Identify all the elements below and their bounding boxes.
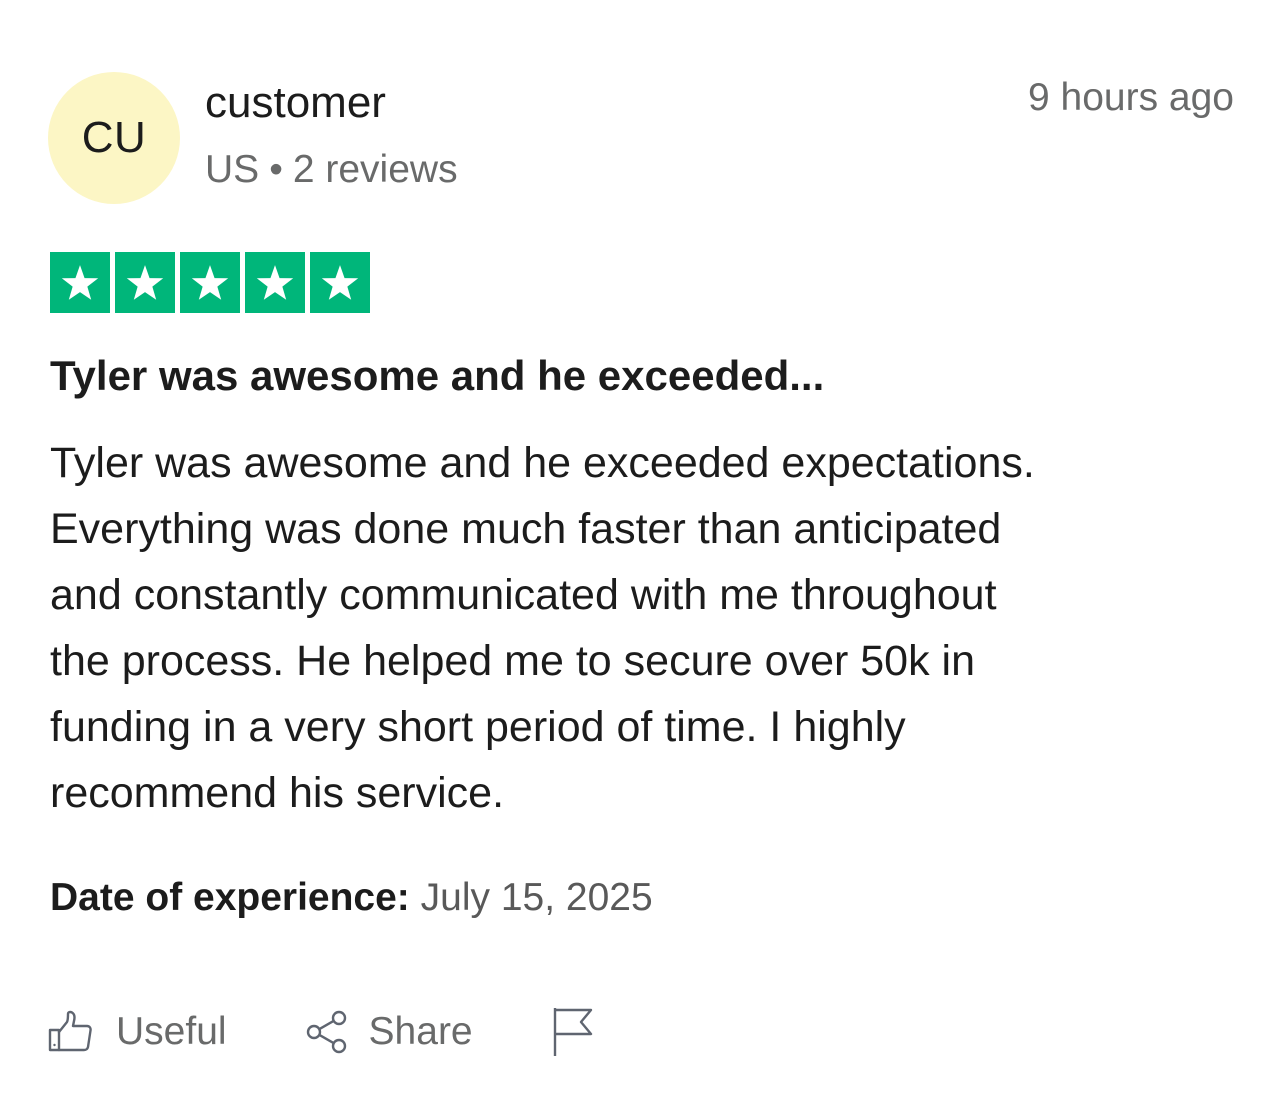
review-time-ago: 9 hours ago: [1028, 76, 1234, 119]
date-of-experience-value: July 15, 2025: [420, 876, 653, 919]
meta-separator: •: [269, 148, 283, 191]
review-title[interactable]: Tyler was awesome and he exceeded...: [50, 352, 824, 400]
star-1: [50, 252, 110, 313]
date-of-experience: Date of experience: July 15, 2025: [50, 876, 653, 920]
share-button[interactable]: Share: [305, 1010, 473, 1054]
avatar-initials: CU: [81, 113, 147, 162]
thumbs-up-icon: [48, 1010, 92, 1054]
review-actions: Useful Share: [48, 1004, 595, 1060]
star-icon: [61, 264, 99, 300]
star-3: [180, 252, 240, 313]
star-4: [245, 252, 305, 313]
reviewer-review-count: 2 reviews: [292, 148, 458, 191]
star-2: [115, 252, 175, 313]
report-button[interactable]: [551, 1006, 595, 1058]
reviewer-country: US: [205, 148, 260, 191]
useful-button[interactable]: Useful: [48, 1010, 227, 1054]
star-5: [310, 252, 370, 313]
flag-icon: [551, 1006, 595, 1058]
useful-label: Useful: [116, 1010, 227, 1053]
share-label: Share: [368, 1010, 473, 1053]
reviewer-meta: US • 2 reviews: [205, 148, 458, 192]
star-icon: [126, 264, 164, 300]
avatar[interactable]: CU: [48, 72, 180, 204]
review-body: Tyler was awesome and he exceeded expect…: [50, 430, 1240, 826]
review-body-line: recommend his service.: [50, 769, 505, 817]
share-icon: [305, 1010, 349, 1054]
review-body-line: Tyler was awesome and he exceeded expect…: [50, 439, 1035, 487]
reviewer-name[interactable]: customer: [205, 78, 386, 128]
star-rating: [50, 252, 370, 313]
review-body-line: and constantly communicated with me thro…: [50, 571, 997, 619]
date-of-experience-label: Date of experience:: [50, 876, 410, 919]
star-icon: [321, 264, 359, 300]
star-icon: [191, 264, 229, 300]
review-body-line: funding in a very short period of time. …: [50, 703, 906, 751]
review-card: CU customer US • 2 reviews 9 hours ago Tyl…: [0, 0, 1284, 1118]
review-body-line: Everything was done much faster than ant…: [50, 505, 1002, 553]
review-body-line: the process. He helped me to secure over…: [50, 637, 976, 685]
star-icon: [256, 264, 294, 300]
